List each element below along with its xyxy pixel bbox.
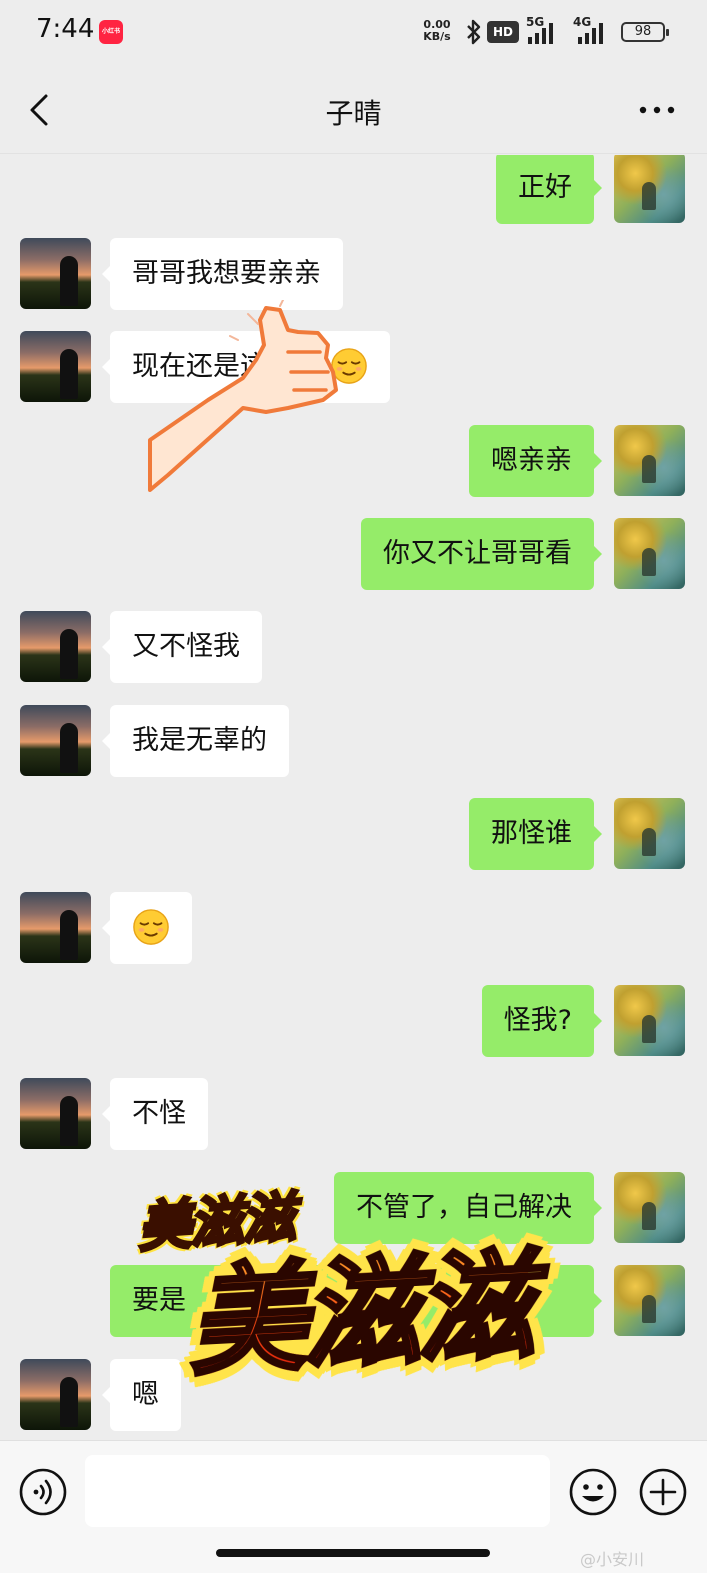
my-avatar[interactable]: [614, 1172, 685, 1243]
message-row: 怪我?: [0, 985, 707, 1065]
message-bubble-theirs[interactable]: 又不怪我: [102, 611, 262, 683]
message-bubble-theirs[interactable]: 嗯: [102, 1359, 181, 1431]
contact-avatar[interactable]: [20, 1359, 91, 1430]
message-row: 我是无辜的: [0, 705, 707, 785]
message-input[interactable]: [85, 1455, 550, 1527]
my-avatar[interactable]: [614, 425, 685, 496]
my-avatar[interactable]: [614, 155, 685, 223]
message-text: 哥哥我想要亲亲: [132, 258, 321, 289]
message-text: 你又不让哥哥看: [383, 538, 572, 569]
net-speed: 0.00 KB/s: [417, 19, 457, 43]
more-dots-icon[interactable]: [637, 90, 677, 130]
signal-4g-icon: [578, 23, 603, 44]
message-text: 嗯: [132, 1379, 159, 1410]
message-row: 那怪谁: [0, 798, 707, 878]
contact-avatar[interactable]: [20, 331, 91, 402]
message-text: 那怪谁: [491, 818, 572, 849]
my-avatar[interactable]: [614, 985, 685, 1056]
message-text: 不管了，自己解决: [356, 1192, 572, 1223]
message-bubble-theirs[interactable]: [102, 892, 192, 964]
contact-avatar[interactable]: [20, 1078, 91, 1149]
message-text: 我是无辜的: [132, 725, 267, 756]
message-text: 又不怪我: [132, 631, 240, 662]
message-bubble-mine[interactable]: 不管了，自己解决: [334, 1172, 602, 1244]
message-text: 正好: [518, 172, 572, 203]
watermark: @小安川: [580, 1550, 645, 1569]
message-bubble-mine[interactable]: 正好: [496, 155, 602, 224]
voice-icon[interactable]: [18, 1467, 68, 1517]
hd-voice-icon: HD: [487, 21, 519, 43]
net-speed-unit: KB/s: [423, 30, 451, 43]
my-avatar[interactable]: [614, 798, 685, 869]
signal-5g-icon: [528, 23, 553, 44]
status-bar: 7:44 小红书 0.00 KB/s HD 5G 4G 98: [0, 0, 707, 64]
chat-header: 子晴: [0, 64, 707, 154]
message-row: 哥哥我想要亲亲: [0, 238, 707, 318]
emoji-icon[interactable]: [568, 1467, 618, 1517]
xiaohongshu-app-icon: 小红书: [99, 20, 123, 44]
message-row: 又不怪我: [0, 611, 707, 691]
message-bubble-mine[interactable]: 怪我?: [481, 985, 603, 1057]
message-row: 你又不让哥哥看: [0, 518, 707, 598]
message-row: 正好: [0, 155, 707, 225]
thumbs-up-icon: [148, 300, 338, 492]
contact-avatar[interactable]: [20, 238, 91, 309]
input-bar: @小安川: [0, 1440, 707, 1573]
message-bubble-mine[interactable]: 你又不让哥哥看: [361, 518, 602, 590]
message-text: 不怪: [132, 1098, 186, 1129]
message-text: 怪我?: [503, 1005, 572, 1036]
my-avatar[interactable]: [614, 518, 685, 589]
plus-icon[interactable]: [638, 1467, 688, 1517]
message-bubble-theirs[interactable]: 我是无辜的: [102, 705, 289, 777]
home-indicator[interactable]: [216, 1549, 490, 1557]
message-row: [0, 892, 707, 972]
contact-avatar[interactable]: [20, 892, 91, 963]
message-bubble-theirs[interactable]: 不怪: [102, 1078, 208, 1150]
message-text: 嗯亲亲: [491, 445, 572, 476]
message-row: 嗯亲亲: [0, 425, 707, 505]
message-bubble-mine[interactable]: 嗯亲亲: [469, 425, 602, 497]
message-row: 不管了，自己解决: [0, 1172, 707, 1252]
contact-avatar[interactable]: [20, 611, 91, 682]
meizizi-sticker-big: 美滋滋: [183, 1233, 536, 1394]
contact-avatar[interactable]: [20, 705, 91, 776]
chat-title: 子晴: [325, 97, 382, 130]
message-bubble-mine[interactable]: 那怪谁: [469, 798, 602, 870]
status-time: 7:44: [36, 14, 95, 44]
message-row: 不怪: [0, 1078, 707, 1158]
message-text: 要是: [132, 1285, 186, 1316]
battery-icon: 98: [621, 22, 669, 42]
my-avatar[interactable]: [614, 1265, 685, 1336]
bluetooth-icon: [467, 19, 481, 45]
smirk-face-icon: [133, 908, 169, 945]
message-row: 现在还是这样的: [0, 331, 707, 411]
